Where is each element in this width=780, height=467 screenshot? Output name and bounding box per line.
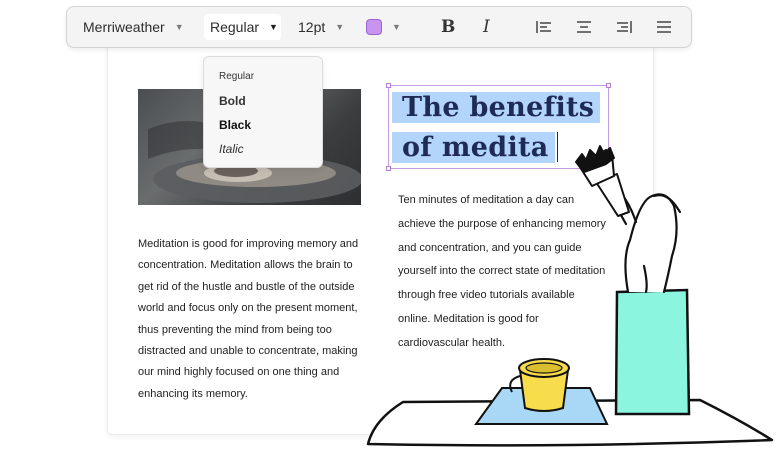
style-option-bold[interactable]: Bold: [219, 94, 246, 108]
align-right-button[interactable]: [616, 7, 632, 47]
headline-line-2: of medita: [392, 132, 555, 163]
justify-icon: [657, 21, 671, 33]
font-family-select[interactable]: Merriweather ▼: [83, 7, 184, 47]
font-size-label: 12pt: [298, 19, 326, 35]
bold-icon: B: [441, 17, 456, 37]
align-right-icon: [617, 21, 632, 33]
chevron-down-icon: ▼: [269, 22, 278, 32]
style-option-italic[interactable]: Italic: [219, 142, 244, 156]
font-style-label: Regular: [210, 19, 260, 35]
chevron-down-icon: ▼: [174, 22, 184, 32]
headline-line-1: The benefits: [392, 92, 601, 123]
italic-button[interactable]: I: [483, 7, 490, 47]
text-cursor: [556, 132, 558, 162]
style-option-regular[interactable]: Regular: [219, 71, 254, 82]
align-center-button[interactable]: [576, 7, 592, 47]
chevron-down-icon: ▼: [392, 22, 401, 32]
text-color-picker[interactable]: ▼: [366, 7, 401, 47]
font-size-select[interactable]: 12pt ▼: [298, 7, 344, 47]
style-option-black[interactable]: Black: [219, 118, 251, 132]
font-family-label: Merriweather: [83, 19, 165, 35]
formatting-toolbar: Merriweather ▼ Regular ▼ 12pt ▼ ▼ B I: [66, 6, 692, 48]
right-paragraph[interactable]: Ten minutes of meditation a day can achi…: [398, 189, 608, 356]
justify-button[interactable]: [656, 7, 672, 47]
bold-button[interactable]: B: [441, 7, 455, 47]
color-swatch: [366, 19, 382, 35]
italic-icon: I: [483, 17, 490, 37]
align-center-icon: [577, 21, 591, 33]
headline[interactable]: The benefits of medita: [392, 88, 606, 168]
font-style-select[interactable]: Regular ▼: [204, 14, 281, 40]
chevron-down-icon: ▼: [335, 22, 345, 32]
align-left-button[interactable]: [536, 7, 552, 47]
left-paragraph[interactable]: Meditation is good for improving memory …: [138, 234, 370, 405]
font-style-dropdown: Regular Bold Black Italic: [203, 56, 323, 168]
align-left-icon: [536, 21, 551, 33]
